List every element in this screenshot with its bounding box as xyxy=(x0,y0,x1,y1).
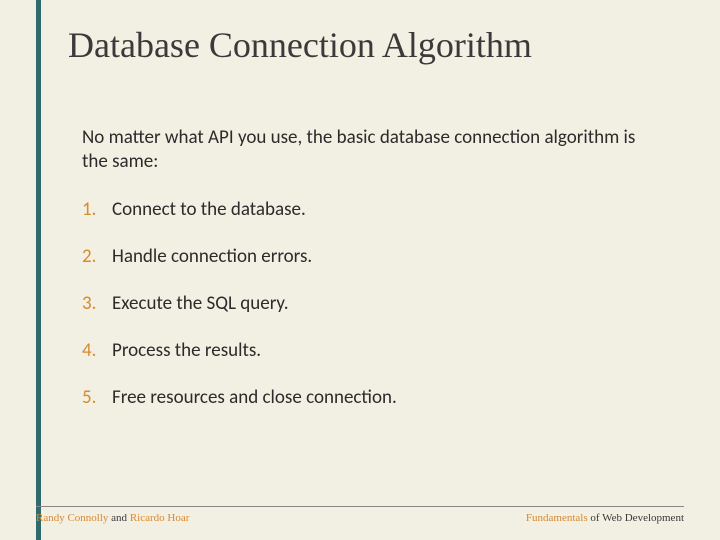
footer: Randy Connolly and Ricardo Hoar Fundamen… xyxy=(36,506,684,524)
footer-text: Fundamentals xyxy=(526,512,588,524)
step-text: Execute the SQL query. xyxy=(112,292,289,315)
step-text: Handle connection errors. xyxy=(112,245,312,268)
footer-book-title: Fundamentals of Web Development xyxy=(526,512,684,524)
step-text: Free resources and close connection. xyxy=(112,386,397,409)
intro-text: No matter what API you use, the basic da… xyxy=(68,126,660,174)
list-item: 1. Connect to the database. xyxy=(82,198,660,221)
step-number: 1. xyxy=(82,198,112,221)
steps-list: 1. Connect to the database. 2. Handle co… xyxy=(68,198,660,409)
author-name: Ricardo Hoar xyxy=(130,512,190,524)
list-item: 4. Process the results. xyxy=(82,339,660,362)
list-item: 3. Execute the SQL query. xyxy=(82,292,660,315)
footer-text: and xyxy=(108,512,129,524)
author-name: Randy Connolly xyxy=(36,512,108,524)
footer-text: of Web Development xyxy=(588,512,684,524)
list-item: 5. Free resources and close connection. xyxy=(82,386,660,409)
step-text: Connect to the database. xyxy=(112,198,306,221)
footer-authors: Randy Connolly and Ricardo Hoar xyxy=(36,512,189,524)
step-number: 4. xyxy=(82,339,112,362)
step-number: 3. xyxy=(82,292,112,315)
slide-title: Database Connection Algorithm xyxy=(68,20,660,66)
step-text: Process the results. xyxy=(112,339,261,362)
slide-content: Database Connection Algorithm No matter … xyxy=(0,0,720,453)
list-item: 2. Handle connection errors. xyxy=(82,245,660,268)
accent-bar xyxy=(36,0,41,540)
step-number: 2. xyxy=(82,245,112,268)
step-number: 5. xyxy=(82,386,112,409)
